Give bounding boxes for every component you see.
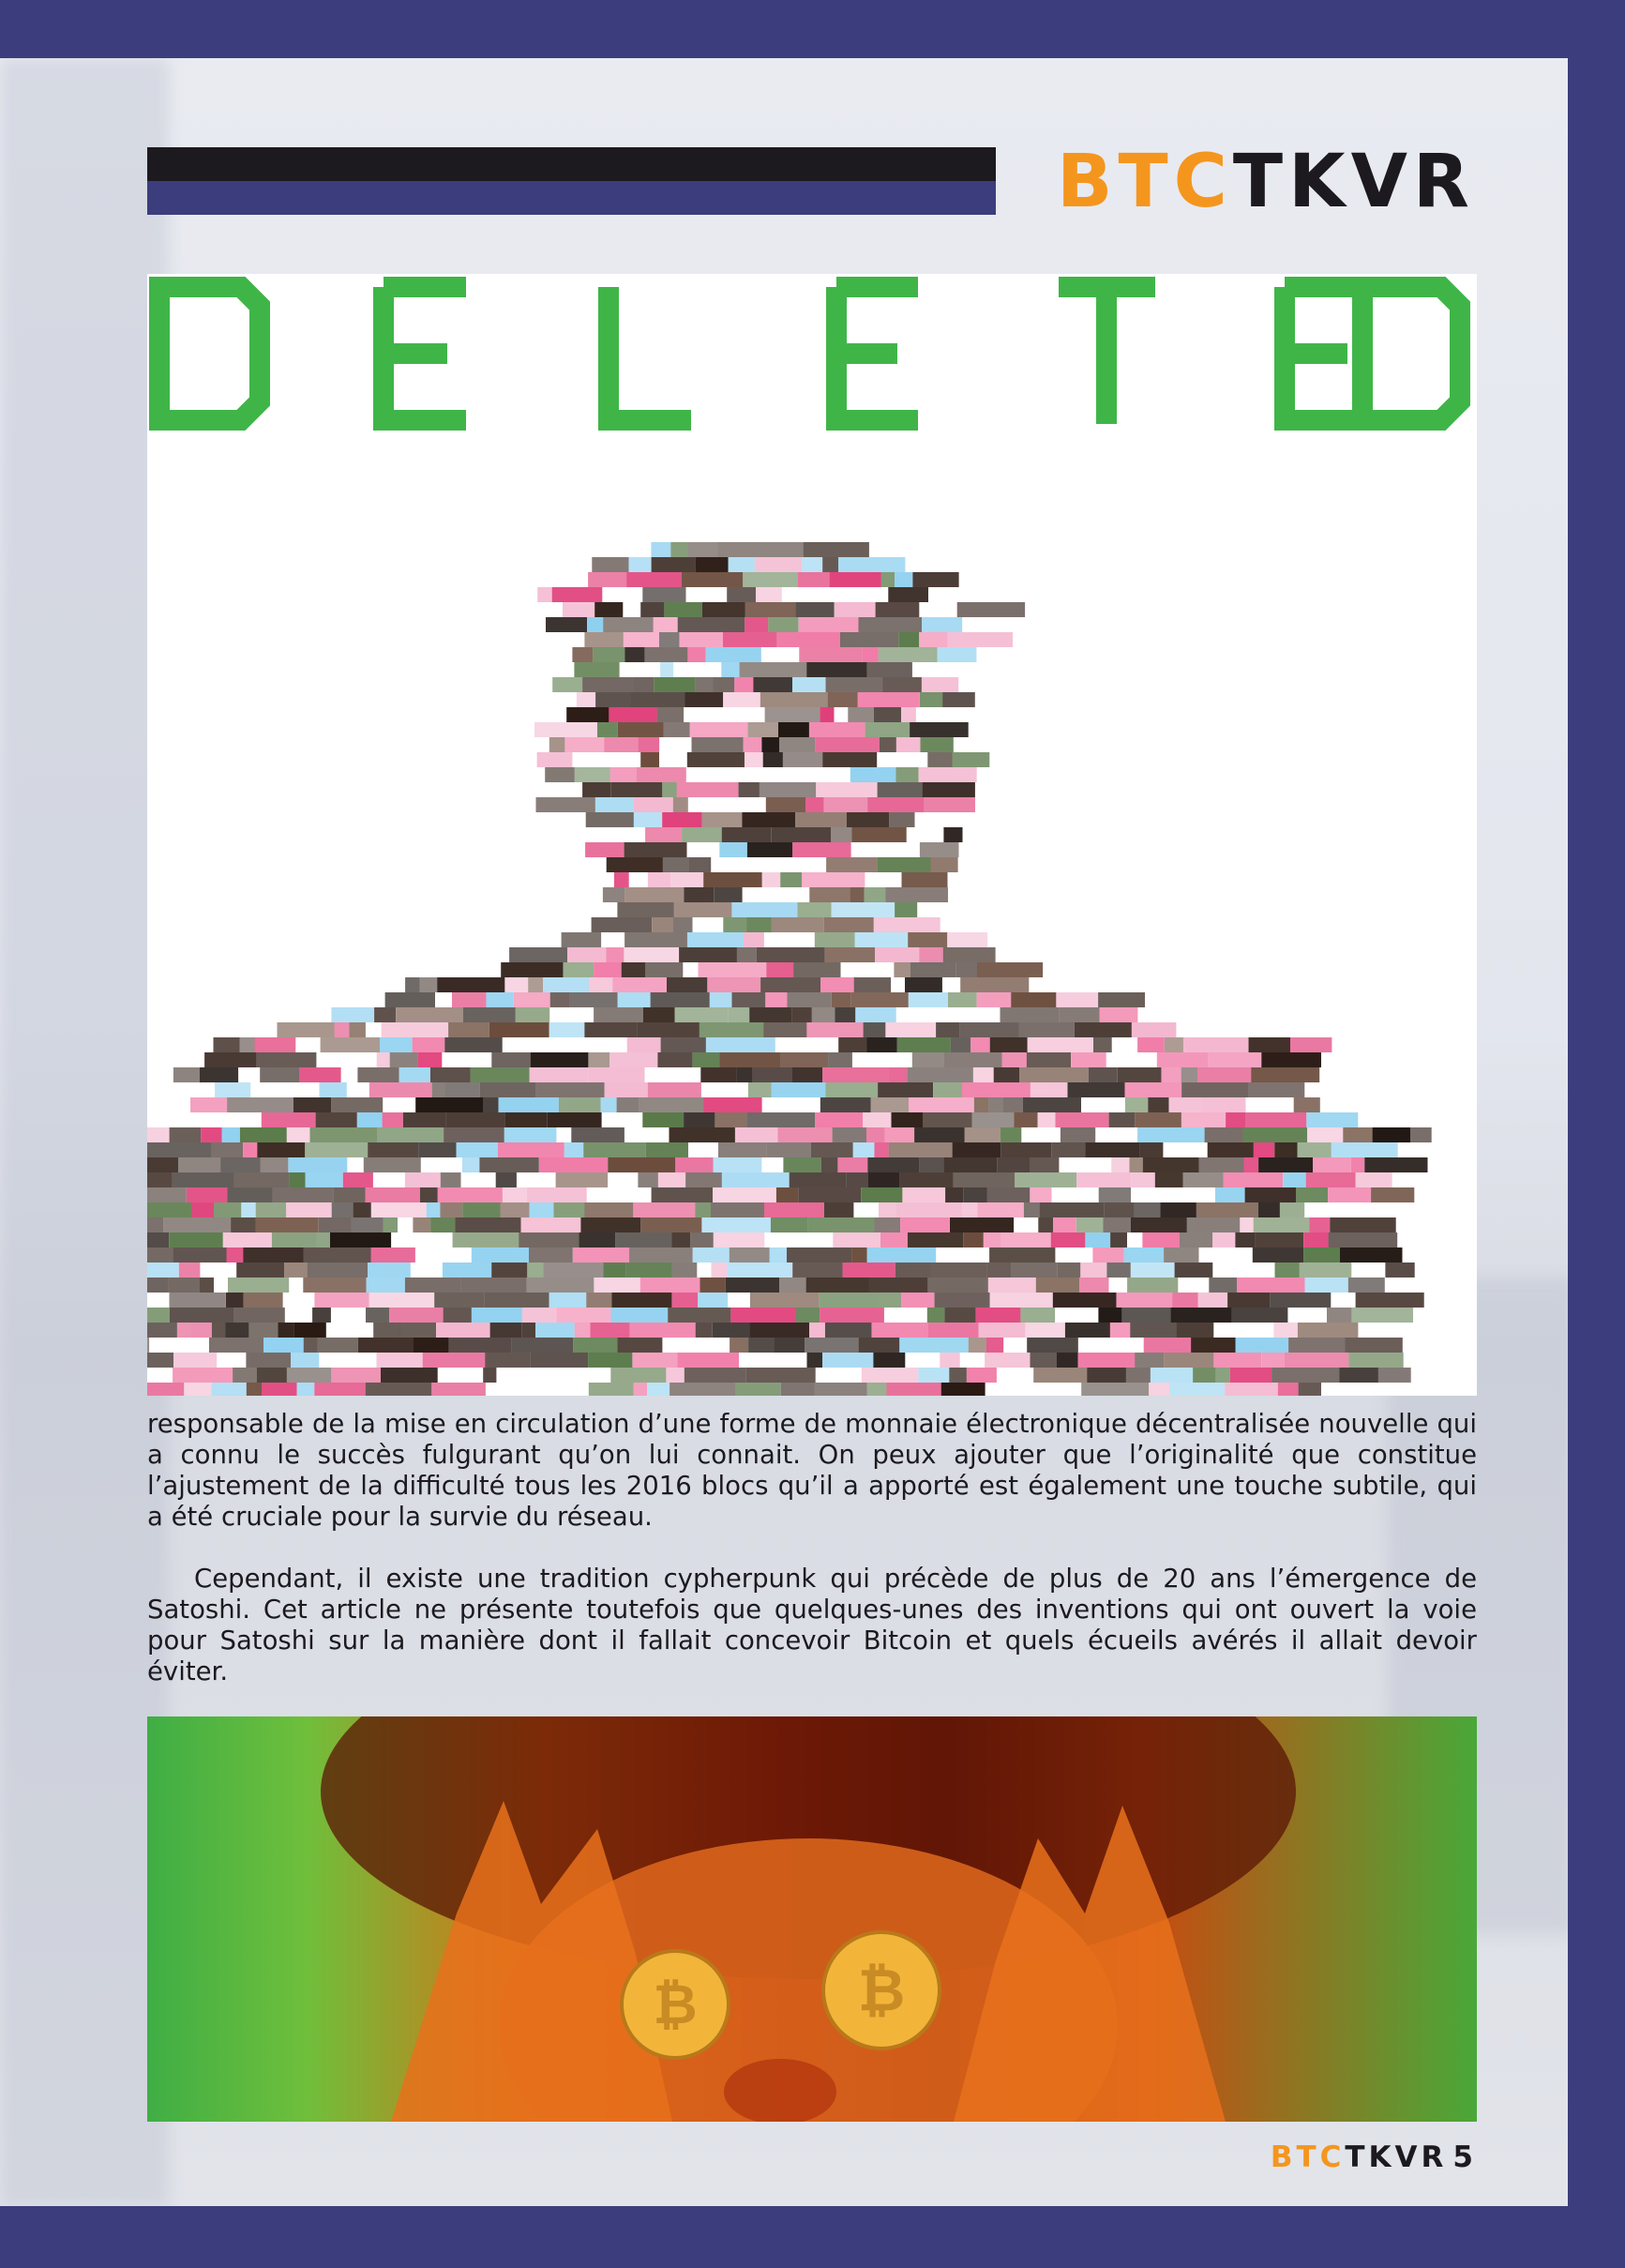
deleted-headline <box>149 277 1470 431</box>
header-bar-black <box>147 147 996 181</box>
header-bars <box>147 147 996 215</box>
bitcoin-eyes-photo: ₿ ₿ <box>147 1716 1477 2122</box>
background-building <box>0 58 169 2206</box>
footer-brand-btc: BTC <box>1270 2140 1346 2174</box>
article-body: responsable de la mise en circulation d’… <box>147 1409 1477 1687</box>
bitcoin-icon: ₿ <box>653 1973 697 2036</box>
page-number: 5 <box>1452 2140 1477 2174</box>
article-paragraph-1: responsable de la mise en circulation d’… <box>147 1409 1477 1532</box>
magazine-page: BTCTKVR responsable de la mise en circul… <box>0 58 1568 2206</box>
header-bar-blue <box>147 181 996 215</box>
footer-brand-tkvr: TKVR <box>1345 2140 1448 2174</box>
logo-part-tkvr: TKVR <box>1232 140 1475 224</box>
masthead-logo: BTCTKVR <box>1025 144 1475 219</box>
page-footer: BTCTKVR 5 <box>1271 2139 1477 2176</box>
bitcoin-eyes-illustration: ₿ ₿ <box>321 1716 1296 2122</box>
glitch-figure-pixels <box>147 542 1432 1396</box>
glitch-figure-image <box>147 274 1477 1396</box>
article-paragraph-2: Cependant, il existe une tradition cyphe… <box>147 1564 1477 1686</box>
logo-part-btc: BTC <box>1057 140 1233 224</box>
bitcoin-icon: ₿ <box>858 1956 906 2024</box>
